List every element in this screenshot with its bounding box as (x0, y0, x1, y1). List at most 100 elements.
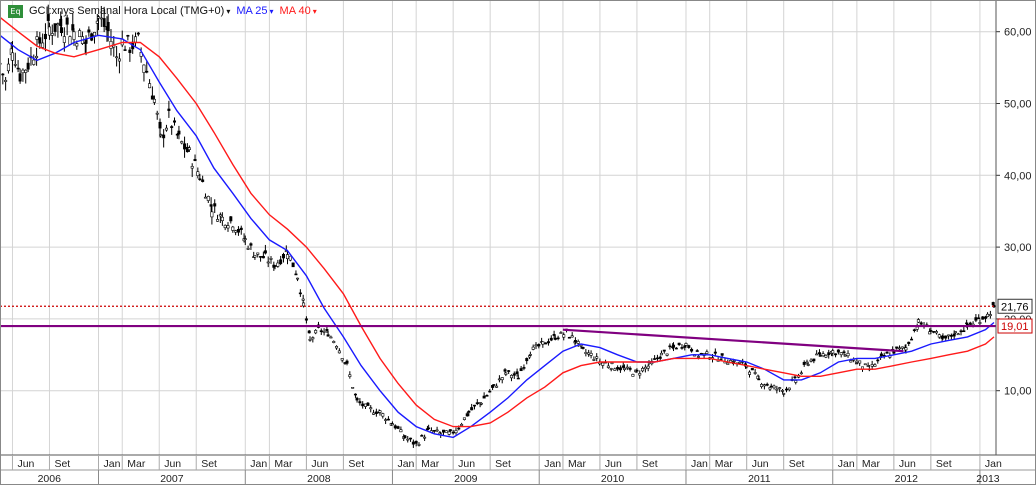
price-bar-body (956, 333, 960, 336)
price-bar-body (304, 318, 308, 321)
price-bar-body (821, 353, 825, 357)
price-bar-body (420, 435, 424, 437)
price-bar-body (952, 333, 956, 337)
price-bar-body (631, 374, 635, 377)
price-bar-body (567, 336, 571, 339)
price-bar-body (193, 159, 197, 161)
x-month-label: Jan (250, 458, 267, 470)
price-bar-body (158, 121, 162, 129)
price-bar-body (201, 179, 205, 182)
ma-long-selector[interactable]: MA 40 ▾ (280, 5, 317, 17)
price-bar-body (296, 277, 300, 280)
price-bar-body (592, 359, 596, 361)
price-bar-body (834, 353, 838, 356)
price-bar-body (646, 365, 650, 369)
price-bar-body (638, 373, 642, 376)
price-bar-body (507, 370, 511, 372)
equity-badge[interactable]: Eq (8, 4, 23, 18)
price-bar-body (775, 388, 779, 391)
price-bar-body (279, 259, 283, 264)
price-bar-body (839, 352, 843, 356)
x-month-label: Mar (274, 458, 293, 470)
price-bar-body (553, 337, 557, 340)
symbol-label: GCI:xnys Semanal Hora Local (TMG+0) (29, 5, 225, 17)
price-bar-body (762, 384, 766, 387)
price-bar-body (361, 403, 365, 407)
price-bar-body (576, 341, 580, 344)
price-bar-body (10, 52, 14, 61)
price-bar-body (337, 350, 341, 354)
price-bar-body (772, 385, 776, 389)
price-bar-body (423, 436, 427, 439)
price-bar-body (504, 372, 508, 375)
x-month-label: Set (789, 458, 805, 470)
price-bar-body (259, 256, 263, 258)
ma-short-label: MA 25 (236, 5, 268, 17)
ma-short-selector[interactable]: MA 25 ▾ (236, 5, 273, 17)
price-bar-body (472, 404, 476, 407)
price-bar-body (525, 358, 529, 362)
value-badge-label: 19,01 (1001, 321, 1029, 333)
price-bar-body (628, 367, 632, 370)
price-bar-body (947, 334, 951, 337)
y-tick-label: 10,00 (1004, 386, 1032, 398)
price-bar-body (196, 171, 200, 177)
price-bar-body (827, 352, 831, 356)
price-bar-body (757, 378, 761, 381)
price-bar-body (912, 329, 916, 332)
symbol-selector[interactable]: GCI:xnys Semanal Hora Local (TMG+0) ▾ (29, 5, 230, 17)
chart-window: 10,0020,0030,0040,0050,0060,00 JunSetJan… (0, 0, 1036, 485)
price-bar-body (106, 21, 110, 32)
price-bar-body (432, 430, 436, 432)
price-bar-body (84, 39, 88, 44)
y-tick-label: 50,00 (1004, 99, 1032, 111)
price-bar-body (164, 127, 168, 131)
price-bar-body (38, 37, 42, 44)
price-bar-body (142, 64, 146, 73)
price-bar-body (726, 362, 730, 365)
price-bar-body (622, 367, 626, 370)
chart-legend: Eq GCI:xnys Semanal Hora Local (TMG+0) ▾… (8, 3, 317, 19)
price-bar-body (785, 388, 789, 391)
price-bar-body (907, 341, 911, 344)
price-bar-body (159, 134, 163, 136)
price-bar-body (482, 395, 486, 399)
price-bar-body (892, 351, 896, 354)
price-bar-body (680, 347, 684, 349)
price-bar-body (396, 426, 400, 429)
price-bar-body (495, 385, 499, 388)
price-bar-body (991, 302, 995, 306)
price-bar-body (677, 342, 681, 346)
price-bar-body (885, 351, 889, 354)
price-bar-body (381, 413, 385, 417)
price-bar-body (409, 437, 413, 440)
price-bar-body (374, 411, 378, 414)
price-bar-body (269, 258, 273, 260)
price-bar-body (559, 332, 563, 334)
price-bar-body (919, 322, 923, 325)
price-bar-body (442, 429, 446, 433)
price-bar-body (126, 34, 130, 37)
price-bar-body (910, 338, 914, 341)
price-bar-body (618, 367, 622, 371)
price-bar-body (216, 219, 220, 222)
price-bar-body (294, 273, 298, 276)
price-bar-body (340, 358, 344, 361)
price-bar-body (263, 250, 267, 254)
x-year-label: 2008 (307, 473, 331, 485)
price-bar-body (668, 345, 672, 348)
price-bar-body (544, 342, 548, 345)
price-bar-body (236, 229, 240, 233)
price-bar-body (836, 349, 840, 353)
x-month-label: Mar (715, 458, 734, 470)
price-bar-body (366, 402, 370, 406)
price-bar-body (253, 255, 257, 258)
price-bar-body (541, 341, 545, 345)
price-bar-body (298, 292, 302, 295)
price-bar-body (769, 385, 773, 388)
price-bar-body (21, 69, 25, 74)
x-year-label: 2009 (454, 473, 478, 485)
price-bar-body (934, 331, 938, 334)
price-bar-body (968, 322, 972, 325)
price-bar-body (355, 397, 359, 401)
